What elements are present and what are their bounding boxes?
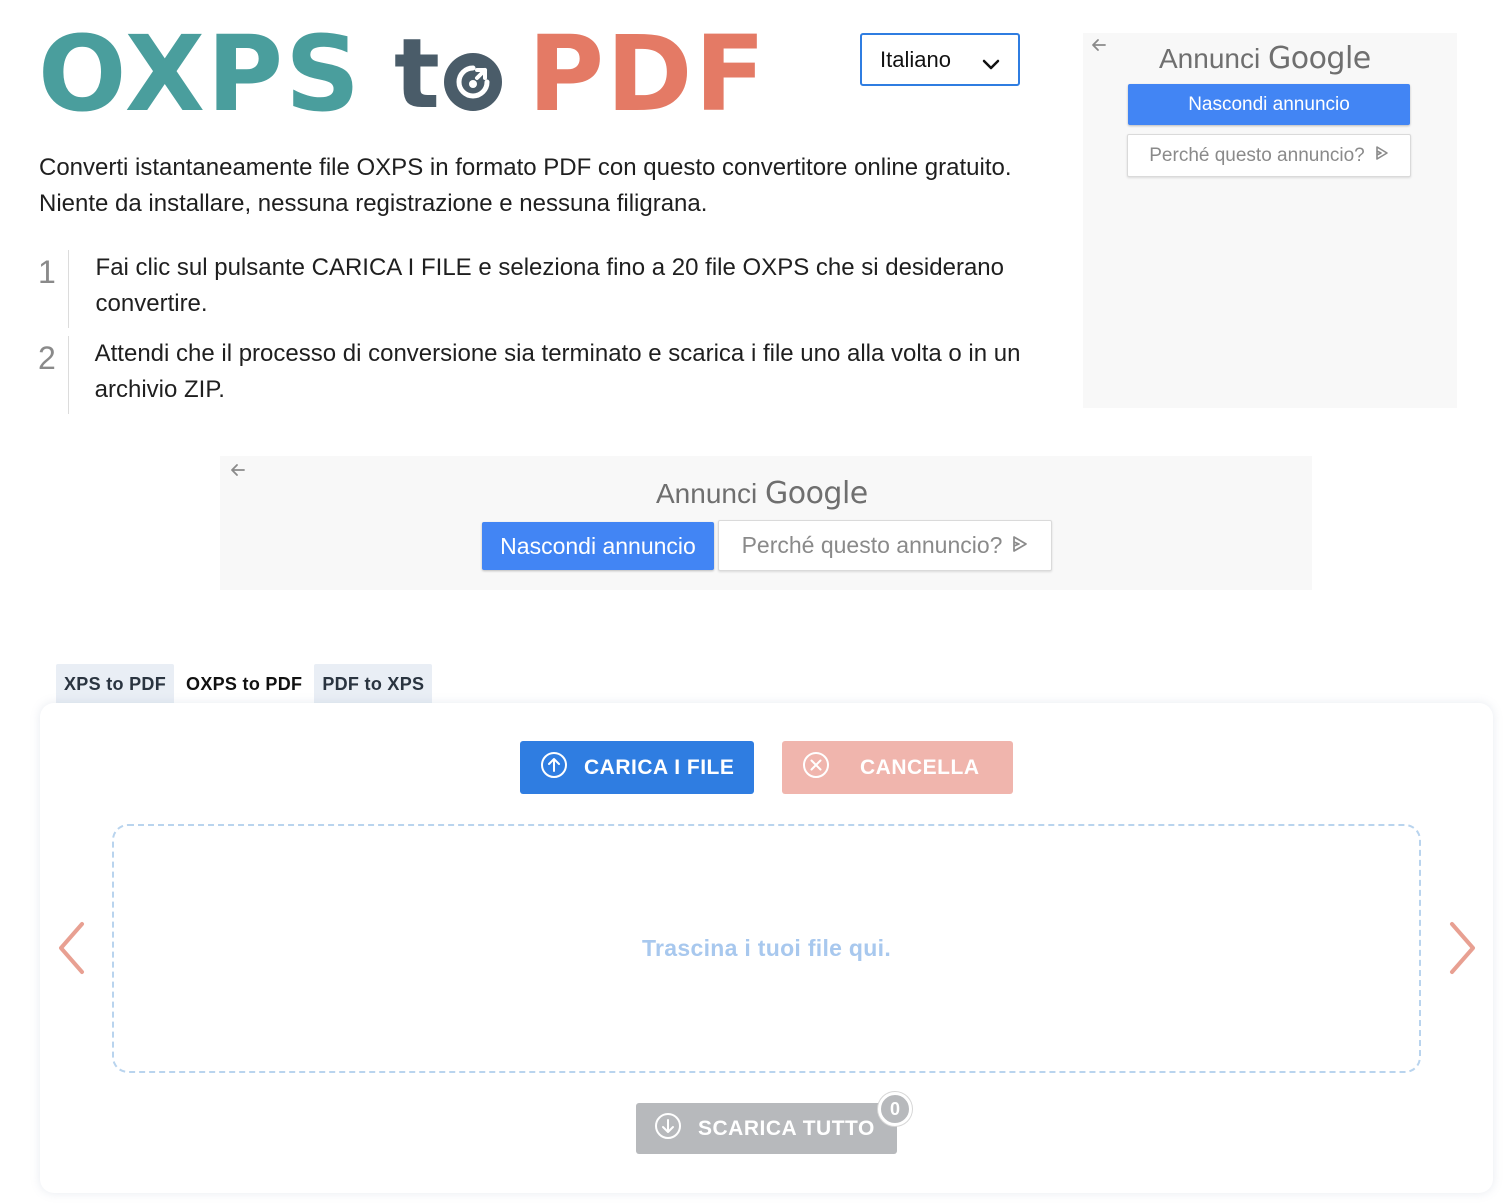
file-dropzone[interactable]: Trascina i tuoi file qui. xyxy=(112,824,1421,1073)
file-count-badge: 0 xyxy=(878,1092,912,1126)
logo-to-t: t xyxy=(394,18,442,130)
step-1: 1 Fai clic sul pulsante CARICA I FILE e … xyxy=(38,250,1038,328)
language-select-value: Italiano xyxy=(880,46,951,72)
why-this-ad-label: Perché questo annuncio? xyxy=(1149,144,1365,166)
chevron-down-icon xyxy=(982,51,1000,77)
google-logo: Google xyxy=(1267,41,1371,76)
ad-heading: Annunci Google xyxy=(656,476,868,511)
step-number: 1 xyxy=(38,254,56,290)
ad-banner: Annunci Google Nascondi annuncio Perché … xyxy=(220,456,1312,590)
hide-ad-button[interactable]: Nascondi annuncio xyxy=(1128,84,1410,125)
why-this-ad-button[interactable]: Perché questo annuncio? xyxy=(1127,134,1411,177)
why-this-ad-button[interactable]: Perché questo annuncio? xyxy=(718,520,1052,571)
converter-tabs: XPS to PDF OXPS to PDF PDF to XPS xyxy=(56,664,433,704)
step-2: 2 Attendi che il processo di conversione… xyxy=(38,336,1038,414)
adchoices-icon xyxy=(1012,532,1028,559)
upload-icon xyxy=(540,751,568,785)
cancel-icon xyxy=(802,751,830,785)
ad-sidebar: Annunci Google Nascondi annuncio Perché … xyxy=(1083,33,1457,408)
adchoices-icon xyxy=(1375,145,1389,167)
hide-ad-button[interactable]: Nascondi annuncio xyxy=(482,522,714,570)
convert-arrow-icon xyxy=(443,53,502,111)
logo-to: t xyxy=(394,26,502,122)
ad-heading: Annunci Google xyxy=(1159,41,1371,76)
step-divider xyxy=(68,250,69,328)
site-logo[interactable]: OXPS t PDF xyxy=(38,22,768,126)
step-divider xyxy=(68,336,69,414)
tab-pdf-to-xps[interactable]: PDF to XPS xyxy=(314,664,433,704)
language-select[interactable]: Italiano xyxy=(860,33,1020,86)
upload-files-button[interactable]: CARICA I FILE xyxy=(520,741,754,794)
ad-label: Annunci xyxy=(656,478,758,509)
tab-oxps-to-pdf[interactable]: OXPS to PDF xyxy=(178,664,311,704)
logo-pdf: PDF xyxy=(527,13,768,135)
instruction-steps: 1 Fai clic sul pulsante CARICA I FILE e … xyxy=(38,250,1038,422)
logo-oxps: OXPS xyxy=(38,13,363,135)
download-icon xyxy=(654,1112,682,1146)
tab-xps-to-pdf[interactable]: XPS to PDF xyxy=(56,664,175,704)
step-text: Attendi che il processo di conversione s… xyxy=(94,340,1021,403)
dropzone-text: Trascina i tuoi file qui. xyxy=(641,935,892,961)
chevron-right-icon[interactable] xyxy=(1448,920,1478,981)
cancel-label: CANCELLA xyxy=(860,755,980,779)
ad-label: Annunci xyxy=(1159,43,1261,74)
google-logo: Google xyxy=(764,476,868,511)
intro-text: Converti istantaneamente file OXPS in fo… xyxy=(39,154,1012,217)
step-text: Fai clic sul pulsante CARICA I FILE e se… xyxy=(95,254,1004,317)
download-all-label: SCARICA TUTTO xyxy=(698,1116,875,1140)
cancel-button[interactable]: CANCELLA xyxy=(782,741,1013,794)
upload-files-label: CARICA I FILE xyxy=(584,755,735,779)
back-arrow-icon[interactable] xyxy=(1089,35,1109,61)
download-all-button[interactable]: SCARICA TUTTO xyxy=(636,1103,897,1154)
step-number: 2 xyxy=(38,340,56,376)
back-arrow-icon[interactable] xyxy=(228,460,248,486)
why-this-ad-label: Perché questo annuncio? xyxy=(741,532,1003,558)
chevron-left-icon[interactable] xyxy=(56,920,86,981)
